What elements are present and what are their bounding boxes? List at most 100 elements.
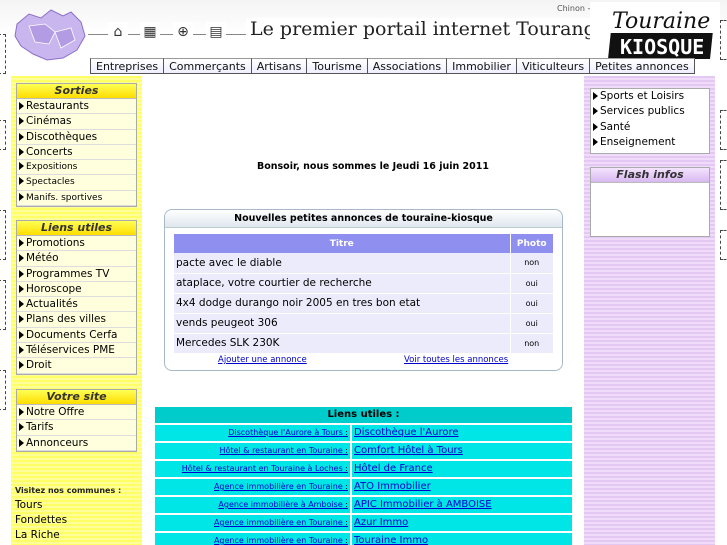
liens-utiles-item[interactable]: Téléservices PME	[17, 343, 136, 359]
table-row: Agence immobilière en Touraine : ATO Imm…	[155, 479, 572, 495]
annonce-photo: oui	[510, 313, 554, 334]
votre-site-title: Votre site	[17, 390, 136, 405]
link-category[interactable]: Agence immobilière en Touraine :	[155, 533, 350, 545]
link-category[interactable]: Agence immobilière à Amboise :	[155, 497, 350, 513]
liens-utiles-box: Liens utiles Promotions Météo Programmes…	[16, 220, 137, 375]
link-name[interactable]: ATO Immobilier	[352, 479, 572, 495]
document-icon[interactable]: ▤	[206, 22, 226, 42]
sorties-item[interactable]: Manifs. sportives	[17, 191, 136, 207]
table-header-row: Titre Photo	[174, 234, 554, 253]
nav-associations[interactable]: Associations	[366, 58, 448, 74]
triangle-right-icon	[19, 346, 24, 355]
liens-utiles-item[interactable]: Programmes TV	[17, 267, 136, 282]
link-category[interactable]: Agence immobilière en Touraine :	[155, 515, 350, 531]
liens-utiles-item[interactable]: Actualités	[17, 297, 136, 313]
sorties-item[interactable]: Discothèques	[17, 130, 136, 145]
sorties-item[interactable]: Concerts	[17, 145, 136, 161]
right-menu-item[interactable]: Sports et Loisirs	[591, 89, 709, 104]
commune-link[interactable]: Tours	[15, 499, 43, 511]
liens-utiles-item[interactable]: Documents Cerfa	[17, 328, 136, 344]
sorties-item[interactable]: Expositions	[17, 160, 136, 176]
annonce-title[interactable]: 4x4 dodge durango noir 2005 en tres bon …	[174, 293, 511, 314]
edge-mark	[0, 210, 6, 260]
link-category[interactable]: Hôtel & restaurant en Touraine à Loches …	[155, 461, 350, 477]
edge-mark	[720, 160, 727, 210]
link-name[interactable]: Comfort Hôtel à Tours	[352, 443, 572, 459]
sorties-item[interactable]: Restaurants	[17, 99, 136, 115]
portal-title: Le premier portail internet Tourangeau	[246, 18, 635, 40]
triangle-right-icon	[19, 132, 24, 141]
nav-entreprises[interactable]: Entreprises	[90, 58, 165, 74]
triangle-right-icon	[19, 269, 24, 278]
brand-top: Touraine	[612, 9, 710, 34]
right-menu-item[interactable]: Services publics	[591, 104, 709, 119]
link-name[interactable]: Touraine Immo	[352, 533, 572, 545]
nav-petites-annonces[interactable]: Petites annonces	[589, 58, 695, 74]
annonce-title[interactable]: pacte avec le diable	[174, 253, 511, 274]
edge-mark	[720, 110, 727, 150]
right-menu-item[interactable]: Enseignement	[591, 135, 709, 150]
nav-artisans[interactable]: Artisans	[250, 58, 308, 74]
nav-tourisme[interactable]: Tourisme	[306, 58, 368, 74]
liens-utiles-item[interactable]: Horoscope	[17, 282, 136, 298]
link-name[interactable]: Discothèque l'Aurore	[352, 425, 572, 441]
liens-utiles-item[interactable]: Droit	[17, 358, 136, 374]
annonce-title[interactable]: vends peugeot 306	[174, 313, 511, 334]
table-row[interactable]: Mercedes SLK 230K non	[174, 333, 554, 354]
annonce-photo: oui	[510, 293, 554, 314]
flash-infos-title: Flash infos	[591, 168, 709, 183]
triangle-right-icon	[19, 438, 24, 447]
annonces-table: Titre Photo pacte avec le diable non ata…	[174, 234, 554, 354]
nav-immobilier[interactable]: Immobilier	[446, 58, 517, 74]
nav-commercants[interactable]: Commerçants	[163, 58, 252, 74]
main-nav: Entreprises Commerçants Artisans Tourism…	[90, 58, 695, 75]
link-category[interactable]: Discothèque l'Aurore à Tours :	[155, 425, 350, 441]
edge-mark	[0, 370, 6, 410]
date-greeting: Bonsoir, nous sommes le Jeudi 16 juin 20…	[257, 161, 489, 172]
table-row: Agence immobilière en Touraine : Azur Im…	[155, 515, 572, 531]
table-row: Agence immobilière en Touraine : Tourain…	[155, 533, 572, 545]
link-category[interactable]: Hôtel & restaurant en Touraine :	[155, 443, 350, 459]
edge-mark	[720, 230, 727, 260]
calculator-icon[interactable]: ▦	[140, 22, 160, 42]
triangle-right-icon	[19, 361, 24, 370]
link-name[interactable]: Azur Immo	[352, 515, 572, 531]
nav-viticulteurs[interactable]: Viticulteurs	[515, 58, 591, 74]
table-row: Hôtel & restaurant en Touraine : Comfort…	[155, 443, 572, 459]
search-icon[interactable]: ⊕	[173, 22, 193, 42]
liens-utiles-heading: Liens utiles :	[155, 407, 572, 423]
annonce-title[interactable]: Mercedes SLK 230K	[174, 333, 511, 354]
triangle-right-icon	[19, 162, 24, 171]
liens-utiles-item[interactable]: Météo	[17, 251, 136, 267]
table-row[interactable]: 4x4 dodge durango noir 2005 en tres bon …	[174, 293, 554, 314]
link-name[interactable]: APIC Immobilier à AMBOISE	[352, 497, 572, 513]
flash-infos-box: Flash infos	[590, 167, 710, 237]
all-annonces-link[interactable]: Voir toutes les annonces	[404, 355, 508, 365]
touraine-map-logo[interactable]	[11, 6, 89, 64]
sorties-item[interactable]: Spectacles	[17, 175, 136, 191]
liens-utiles-item[interactable]: Plans des villes	[17, 312, 136, 328]
table-row[interactable]: ataplace, votre courtier de recherche ou…	[174, 273, 554, 294]
annonce-title[interactable]: ataplace, votre courtier de recherche	[174, 273, 511, 294]
link-category[interactable]: Agence immobilière en Touraine :	[155, 479, 350, 495]
triangle-right-icon	[19, 300, 24, 309]
triangle-right-icon	[19, 315, 24, 324]
sorties-item[interactable]: Cinémas	[17, 114, 136, 130]
add-annonce-link[interactable]: Ajouter une annonce	[218, 355, 307, 365]
petites-annonces-panel: Nouvelles petites annonces de touraine-k…	[164, 209, 563, 371]
votre-site-item[interactable]: Tarifs	[17, 420, 136, 436]
link-name[interactable]: Hôtel de France	[352, 461, 572, 477]
touraine-kiosque-logo[interactable]: Touraine KIOSQUE	[590, 2, 720, 64]
votre-site-item[interactable]: Annonceurs	[17, 436, 136, 451]
commune-link[interactable]: La Riche	[15, 529, 60, 541]
annonce-photo: non	[510, 253, 554, 274]
table-row[interactable]: pacte avec le diable non	[174, 253, 554, 274]
home-icon[interactable]: ⌂	[108, 22, 128, 42]
sorties-box: Sorties Restaurants Cinémas Discothèques…	[16, 83, 137, 208]
right-menu-item[interactable]: Santé	[591, 120, 709, 135]
votre-site-item[interactable]: Notre Offre	[17, 405, 136, 421]
table-row[interactable]: vends peugeot 306 oui	[174, 313, 554, 334]
table-row: Agence immobilière à Amboise : APIC Immo…	[155, 497, 572, 513]
commune-link[interactable]: Fondettes	[15, 514, 67, 526]
liens-utiles-item[interactable]: Promotions	[17, 236, 136, 252]
